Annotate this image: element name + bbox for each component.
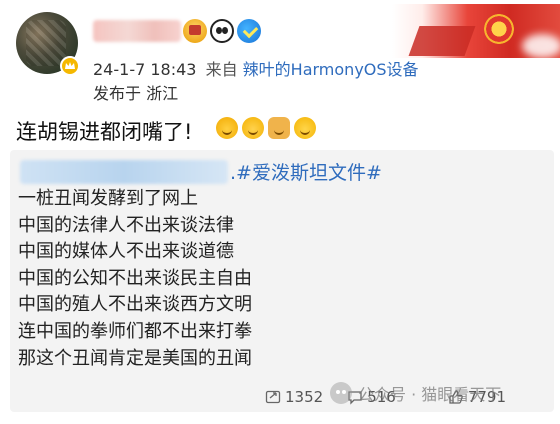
post-text: 连胡锡进都闭嘴了!	[16, 120, 193, 144]
quote-line: 一桩丑闻发酵到了网上	[18, 188, 198, 209]
vip-crown-icon	[60, 56, 80, 76]
laugh-tears-emoji-icon	[294, 117, 316, 139]
source-device-link[interactable]: 辣叶的HarmonyOS设备	[243, 60, 419, 79]
decorative-banner	[392, 4, 560, 58]
quote-line: 连中国的拳师们都不出来打拳	[18, 320, 252, 342]
quote-line: 中国的媒体人不出来谈道德	[18, 241, 234, 263]
watermark: 公众号 · 猫眼看天下	[330, 381, 501, 405]
post-timestamp: 24-1-7 18:43	[93, 60, 197, 79]
quote-line: 中国的公知不出来谈民主自由	[18, 267, 252, 289]
quoted-username-blurred[interactable]	[20, 159, 228, 184]
wechat-icon	[330, 382, 352, 404]
panda-icon[interactable]	[210, 19, 234, 43]
laughing-emoji-icon	[216, 117, 238, 139]
national-emblem-icon	[484, 14, 514, 44]
doge-emoji-icon	[268, 117, 290, 139]
quote-line: 中国的殖人不出来谈西方文明	[18, 294, 252, 316]
username-blurred[interactable]	[93, 20, 181, 42]
quote-line: 中国的法律人不出来谈法律	[18, 214, 234, 236]
verified-icon[interactable]	[237, 19, 261, 43]
repost-icon	[265, 390, 281, 404]
repost-button[interactable]: 1352	[265, 388, 323, 406]
medal-icon[interactable]	[183, 19, 207, 43]
post-header: 24-1-7 18:43 来自 辣叶的HarmonyOS设备 发布于 浙江	[0, 0, 560, 112]
source-label: 来自	[205, 60, 238, 79]
quote-line: 那这个丑闻肯定是美国的丑闻	[18, 347, 252, 369]
quoted-post-body: 一桩丑闻发酵到了网上 中国的法律人不出来谈法律 中国的媒体人不出来谈道德 中国的…	[18, 186, 252, 372]
quoted-post-header: .#爱泼斯坦文件#	[20, 158, 382, 185]
quoted-post-card[interactable]: .#爱泼斯坦文件# 一桩丑闻发酵到了网上 中国的法律人不出来谈法律 中国的媒体人…	[10, 150, 554, 412]
hashtag-link[interactable]: .#爱泼斯坦文件#	[230, 158, 382, 185]
post-meta: 24-1-7 18:43 来自 辣叶的HarmonyOS设备	[93, 56, 419, 80]
repost-count: 1352	[285, 388, 324, 406]
watermark-text: 公众号 · 猫眼看天下	[358, 385, 502, 404]
hugging-emoji-icon	[242, 117, 264, 139]
avatar-wrap[interactable]	[16, 12, 80, 76]
post-location: 发布于 浙江	[93, 84, 179, 103]
emoji-row	[216, 117, 316, 139]
